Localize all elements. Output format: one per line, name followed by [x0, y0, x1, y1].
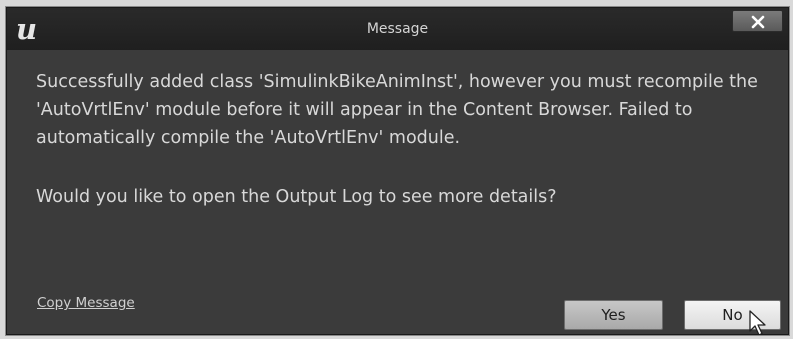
- title-bar[interactable]: u Message: [7, 8, 788, 50]
- yes-button[interactable]: Yes: [564, 300, 663, 330]
- message-text: Successfully added class 'SimulinkBikeAn…: [36, 72, 758, 148]
- mouse-pointer-icon: [749, 310, 766, 334]
- question-text: Would you like to open the Output Log to…: [36, 187, 557, 207]
- message-dialog: u Message Successfully added class 'Simu…: [6, 7, 789, 335]
- close-icon: [751, 15, 765, 29]
- window-title: Message: [366, 21, 429, 37]
- close-button[interactable]: [732, 10, 783, 32]
- copy-message-link[interactable]: Copy Message: [37, 295, 135, 311]
